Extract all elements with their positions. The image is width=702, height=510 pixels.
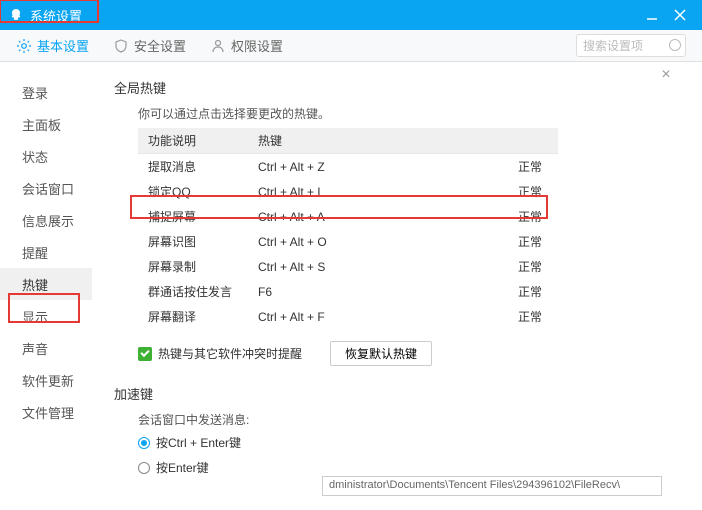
search-input[interactable]: 搜索设置项 [576, 34, 686, 57]
check-icon [138, 347, 152, 361]
titlebar: 系统设置 [0, 0, 702, 30]
section-accel-title: 加速键 [114, 384, 680, 403]
col-status [458, 128, 558, 154]
window-title: 系统设置 [30, 6, 82, 25]
col-key: 热键 [248, 128, 458, 154]
table-row[interactable]: 群通话按住发言F6正常 [138, 279, 558, 304]
radio-enter[interactable]: 按Enter键 [138, 459, 680, 476]
shield-icon [113, 38, 129, 54]
sidebar-item-chat[interactable]: 会话窗口 [0, 172, 92, 204]
restore-default-button[interactable]: 恢复默认热键 [330, 341, 432, 366]
radio-dot-icon [138, 437, 150, 449]
tab-label: 基本设置 [37, 36, 89, 55]
sidebar-item-hotkey[interactable]: 热键 [0, 268, 92, 300]
table-row[interactable]: 捕捉屏幕Ctrl + Alt + A正常 [138, 204, 558, 229]
close-button[interactable] [666, 1, 694, 29]
sidebar-item-display[interactable]: 显示 [0, 300, 92, 332]
tab-label: 安全设置 [134, 36, 186, 55]
send-msg-radio-group: 按Ctrl + Enter键 按Enter键 [138, 434, 680, 476]
conflict-checkbox-label: 热键与其它软件冲突时提醒 [158, 345, 302, 362]
user-icon [210, 38, 226, 54]
section-global-hotkey-desc: 你可以通过点击选择要更改的热键。 [138, 105, 680, 122]
table-row[interactable]: 屏幕录制Ctrl + Alt + S正常 [138, 254, 558, 279]
radio-ctrl-enter[interactable]: 按Ctrl + Enter键 [138, 434, 680, 451]
tab-basic[interactable]: 基本设置 [16, 36, 89, 55]
section-global-hotkey-title: 全局热键 [114, 78, 680, 97]
tabs-row: 基本设置 安全设置 权限设置 搜索设置项 [0, 30, 702, 62]
gear-icon [16, 38, 32, 54]
sidebar-item-panel[interactable]: 主面板 [0, 108, 92, 140]
search-placeholder: 搜索设置项 [583, 39, 643, 53]
tab-label: 权限设置 [231, 36, 283, 55]
sidebar-item-update[interactable]: 软件更新 [0, 364, 92, 396]
table-row[interactable]: 提取消息Ctrl + Alt + Z正常 [138, 154, 558, 180]
hotkey-table: 功能说明 热键 提取消息Ctrl + Alt + Z正常 锁定QQCtrl + … [138, 128, 558, 329]
sidebar-item-sound[interactable]: 声音 [0, 332, 92, 364]
minimize-button[interactable] [638, 1, 666, 29]
file-path-field[interactable]: dministrator\Documents\Tencent Files\294… [322, 476, 662, 496]
dialog-close-button[interactable]: × [658, 68, 674, 84]
table-row[interactable]: 屏幕识图Ctrl + Alt + O正常 [138, 229, 558, 254]
table-row[interactable]: 锁定QQCtrl + Alt + L正常 [138, 179, 558, 204]
send-msg-label: 会话窗口中发送消息: [138, 411, 680, 428]
sidebar-item-login[interactable]: 登录 [0, 76, 92, 108]
table-row[interactable]: 屏幕翻译Ctrl + Alt + F正常 [138, 304, 558, 329]
sidebar-item-status[interactable]: 状态 [0, 140, 92, 172]
qq-icon [8, 7, 24, 23]
col-func: 功能说明 [138, 128, 248, 154]
tab-permission[interactable]: 权限设置 [210, 36, 283, 55]
conflict-checkbox[interactable]: 热键与其它软件冲突时提醒 [138, 345, 302, 362]
radio-dot-icon [138, 462, 150, 474]
sidebar-item-info[interactable]: 信息展示 [0, 204, 92, 236]
sidebar: 登录 主面板 状态 会话窗口 信息展示 提醒 热键 显示 声音 软件更新 文件管… [0, 62, 92, 510]
tab-security[interactable]: 安全设置 [113, 36, 186, 55]
main-panel: × 全局热键 你可以通过点击选择要更改的热键。 功能说明 热键 提取消息Ctrl… [92, 62, 702, 510]
sidebar-item-file[interactable]: 文件管理 [0, 396, 92, 428]
sidebar-item-remind[interactable]: 提醒 [0, 236, 92, 268]
